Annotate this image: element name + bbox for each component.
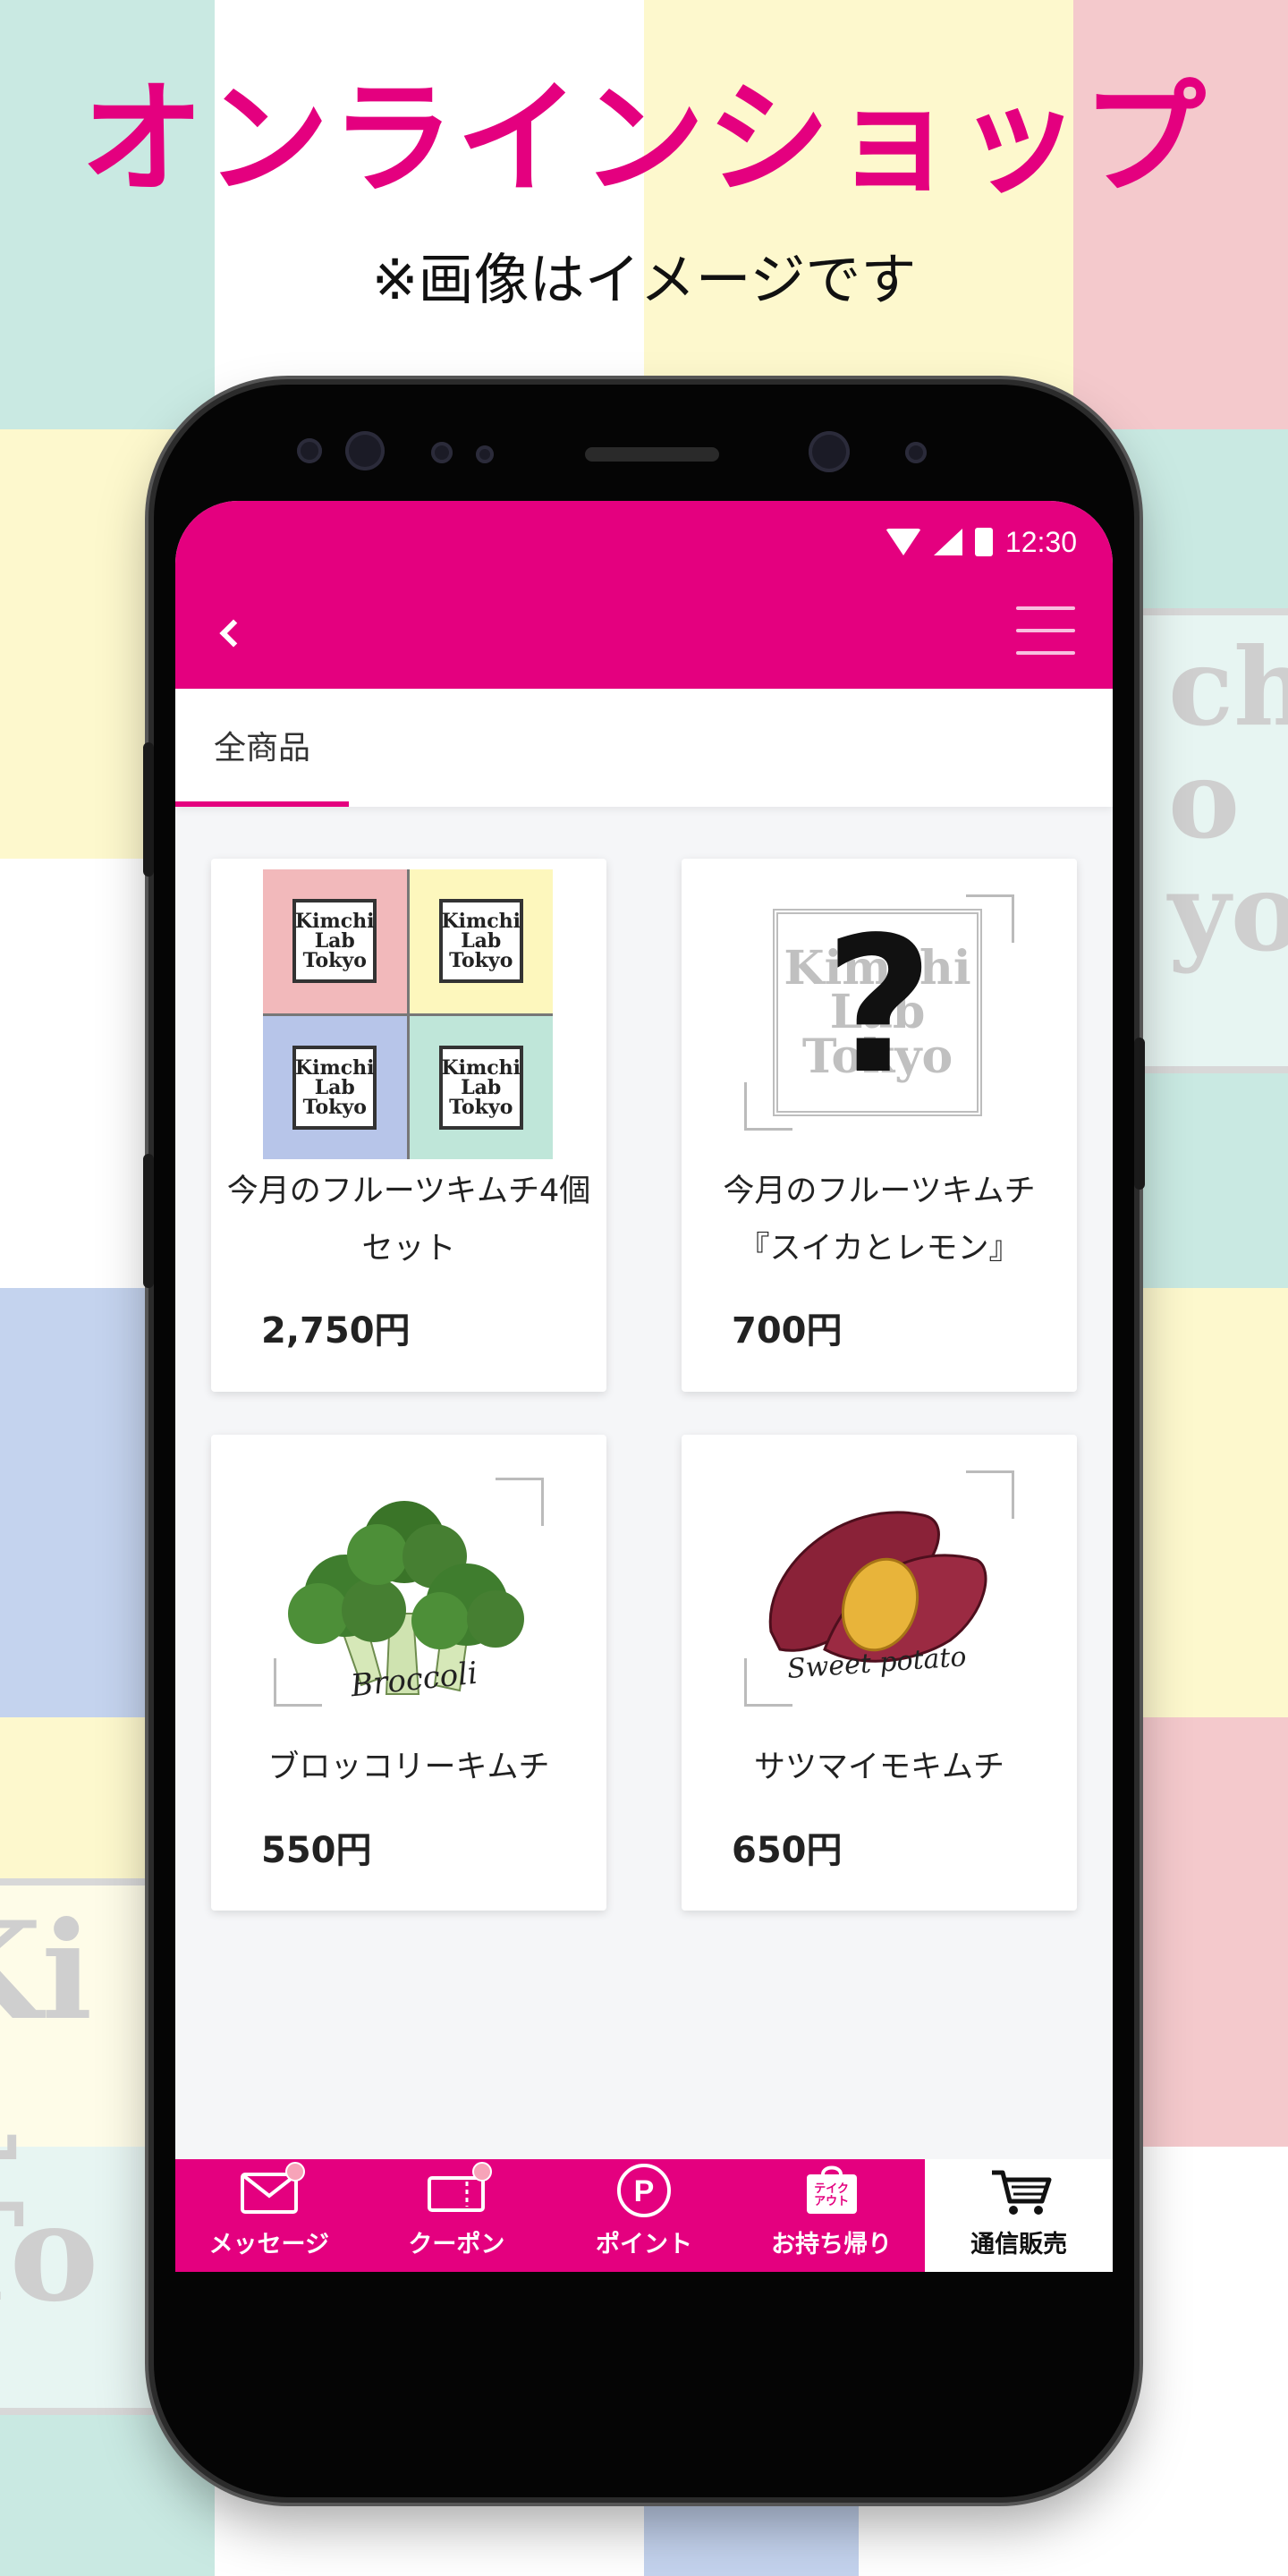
back-button[interactable] bbox=[202, 606, 256, 660]
status-bar: 12:30 bbox=[885, 524, 1077, 560]
product-name: 今月のフルーツキムチ『スイカとレモン』 bbox=[723, 1174, 1036, 1267]
background-logo-left: Ki L To bbox=[0, 1878, 161, 2415]
phone-frame: 12:30 全商品 Kimchi Lab Tokyo Kimchi Lab To… bbox=[143, 385, 1145, 2497]
background-logo-right: chi o yo bbox=[1136, 608, 1288, 1073]
wifi-icon bbox=[885, 529, 921, 555]
product-image: Sweet potato bbox=[682, 1435, 1077, 1739]
product-image: Broccoli bbox=[211, 1435, 606, 1739]
product-name: 今月のフルーツキムチ4個セット bbox=[226, 1174, 591, 1267]
nav-coupon[interactable]: クーポン bbox=[363, 2159, 551, 2272]
product-price: 700円 bbox=[732, 1310, 843, 1352]
takeout-icon-text: テイク アウト bbox=[814, 2182, 850, 2209]
product-card[interactable]: Sweet potato サツマイモキムチ 650円 bbox=[682, 1435, 1077, 1911]
question-mark-icon: ? bbox=[825, 896, 934, 1115]
nav-label: お持ち帰り bbox=[771, 2231, 893, 2258]
battery-icon bbox=[974, 528, 993, 556]
menu-button[interactable] bbox=[1016, 606, 1075, 655]
product-card[interactable]: Kimchi Lab Tokyo ? 今月のフルーツキムチ『スイカとレモン』 7… bbox=[682, 859, 1077, 1392]
signal-icon bbox=[933, 529, 962, 555]
promo-headline: オンラインショップ bbox=[80, 67, 1208, 211]
nav-takeout[interactable]: テイク アウト お持ち帰り bbox=[738, 2159, 926, 2272]
point-p-icon: P bbox=[615, 2164, 673, 2217]
app-header: 12:30 bbox=[175, 501, 1113, 689]
nav-label: 通信販売 bbox=[970, 2231, 1068, 2258]
bottom-navigation: メッセージ クーポン P ポイント テイク アウト お持ち帰り 通信販売 bbox=[175, 2159, 1113, 2272]
product-price: 2,750円 bbox=[261, 1310, 411, 1352]
product-price: 650円 bbox=[732, 1830, 843, 1871]
nav-mail-order[interactable]: 通信販売 bbox=[925, 2159, 1113, 2272]
notification-badge bbox=[472, 2162, 493, 2182]
promo-subline: ※画像はイメージです bbox=[371, 247, 917, 312]
nav-label: メッセージ bbox=[208, 2231, 330, 2258]
category-tabs: 全商品 bbox=[175, 689, 1113, 807]
hamburger-menu-icon bbox=[1016, 606, 1075, 610]
notification-badge bbox=[284, 2162, 305, 2182]
nav-label: ポイント bbox=[595, 2231, 692, 2258]
chevron-left-icon bbox=[219, 619, 248, 648]
cart-icon bbox=[990, 2167, 1052, 2217]
brand-logo: Kimchi Lab Tokyo bbox=[292, 899, 377, 984]
product-card[interactable]: Broccoli ブロッコリーキムチ 550円 bbox=[211, 1435, 606, 1911]
sweet-potato-illustration bbox=[768, 1511, 987, 1663]
brand-logo: Kimchi Lab Tokyo bbox=[292, 1045, 377, 1130]
takeout-bag-icon: テイク アウト bbox=[803, 2165, 860, 2217]
nav-messages[interactable]: メッセージ bbox=[175, 2159, 363, 2272]
envelope-icon bbox=[240, 2162, 305, 2217]
brand-logo: Kimchi Lab Tokyo bbox=[438, 1045, 523, 1130]
tab-all-products[interactable]: 全商品 bbox=[175, 689, 349, 807]
product-card[interactable]: Kimchi Lab Tokyo Kimchi Lab Tokyo Kimchi… bbox=[211, 859, 606, 1392]
svg-text:P: P bbox=[634, 2174, 655, 2208]
product-name: ブロッコリーキムチ bbox=[267, 1750, 550, 1785]
product-name: サツマイモキムチ bbox=[753, 1750, 1004, 1785]
status-time: 12:30 bbox=[1004, 525, 1077, 558]
product-image: Kimchi Lab Tokyo ? bbox=[682, 859, 1077, 1154]
coupon-icon bbox=[428, 2162, 493, 2217]
nav-label: クーポン bbox=[408, 2231, 505, 2258]
product-price: 550円 bbox=[261, 1830, 372, 1871]
product-image: Kimchi Lab Tokyo Kimchi Lab Tokyo Kimchi… bbox=[263, 869, 555, 1161]
nav-points[interactable]: P ポイント bbox=[550, 2159, 738, 2272]
brand-logo: Kimchi Lab Tokyo bbox=[438, 899, 523, 984]
app-screen: 12:30 全商品 Kimchi Lab Tokyo Kimchi Lab To… bbox=[175, 501, 1113, 2272]
